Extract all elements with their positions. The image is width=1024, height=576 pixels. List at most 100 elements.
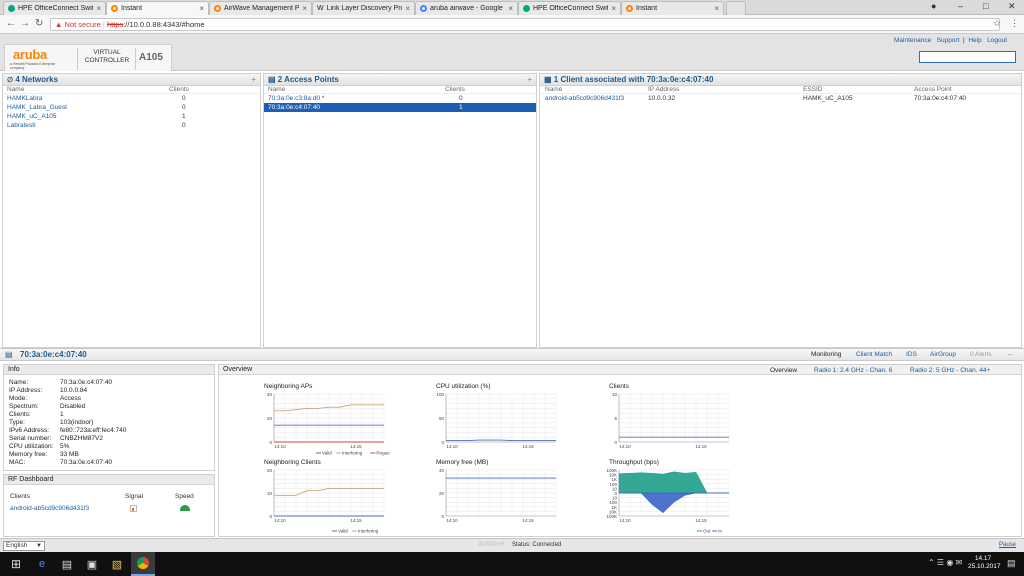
tab-ids[interactable]: IDS: [906, 351, 917, 358]
info-value: 70:3a:0e:c4:07:40: [60, 379, 113, 386]
close-tab-icon[interactable]: ×: [96, 4, 101, 13]
close-window-icon[interactable]: ✕: [1008, 1, 1016, 12]
chart-title: CPU utilization (%): [436, 383, 491, 390]
x-tick-label: 14:15: [695, 518, 707, 523]
close-tab-icon[interactable]: ×: [302, 4, 307, 13]
back-icon[interactable]: ←: [6, 18, 16, 29]
x-tick-label: 14:10: [619, 444, 631, 449]
support-link[interactable]: Support: [937, 37, 960, 44]
tab-alerts[interactable]: 0 Alerts: [970, 351, 992, 358]
not-secure-label: Not secure: [64, 20, 101, 29]
maintenance-link[interactable]: Maintenance: [894, 37, 931, 44]
ap-row-selected[interactable]: 70:3a:0e:c4:07:40 1: [264, 103, 536, 112]
col-clients: Clients: [169, 86, 189, 93]
client-row[interactable]: android-ab5cd9c906d431f3 10.0.0.32 HAMK_uC…: [540, 94, 1021, 103]
browser-tab-6[interactable]: HPE OfficeConnect Swit ×: [518, 1, 621, 15]
tab-monitoring[interactable]: Monitoring: [811, 351, 841, 358]
y-tick-label: 0: [614, 440, 617, 445]
pause-link[interactable]: Pause: [999, 542, 1016, 548]
edge-icon[interactable]: e: [30, 552, 54, 576]
network-row[interactable]: Labratesti 0: [3, 121, 260, 130]
clock-date: 25.10.2017: [968, 563, 1001, 570]
tray-icons[interactable]: ⌃ ☰ ◉ ✉: [928, 558, 962, 567]
task-view-icon[interactable]: ▣: [80, 552, 104, 576]
language-select[interactable]: English ▼: [3, 541, 45, 551]
legend-label: Interfering: [342, 451, 363, 456]
tab-client-match[interactable]: Client Match: [856, 351, 892, 358]
browser-tab-7[interactable]: Instant ×: [621, 1, 724, 15]
logout-link[interactable]: Logout: [987, 37, 1007, 44]
x-tick-label: 14:10: [446, 444, 458, 449]
windows-start-icon[interactable]: ⊞: [4, 552, 28, 576]
close-tab-icon[interactable]: ×: [508, 4, 513, 13]
forward-icon[interactable]: →: [20, 18, 30, 29]
menu-icon[interactable]: ⋮: [1010, 18, 1019, 29]
chart-svg: 10 5 014:10 14:15: [612, 392, 730, 449]
network-row[interactable]: HAMK_Labra_Guest 0: [3, 103, 260, 112]
connection-status: Status: Connected: [512, 542, 562, 548]
y-tick-label: 20: [267, 416, 273, 421]
col-name: Name: [268, 86, 286, 93]
new-tab-button[interactable]: [726, 1, 746, 15]
file-explorer-icon[interactable]: ▧: [105, 552, 129, 576]
chart-title: Neighboring APs: [264, 383, 313, 390]
overview-tab-overview[interactable]: Overview: [770, 367, 797, 374]
close-tab-icon[interactable]: ×: [714, 4, 719, 13]
chart-svg: 100 50 014:10 14:15: [436, 392, 557, 449]
collapse-icon[interactable]: –: [1008, 350, 1012, 359]
address-toolbar: ← → ↻ ▲ Not secure | https://10.0.0.88:4…: [0, 15, 1024, 34]
clock-time: 14.17: [974, 555, 992, 562]
y-tick-label: 0: [269, 440, 272, 445]
signal-indicator-icon: [130, 505, 137, 512]
aruba-favicon-icon: [626, 5, 633, 12]
info-value: 1: [60, 411, 64, 418]
search-input[interactable]: [919, 51, 1016, 63]
col-name: Name: [7, 86, 25, 93]
maximize-icon[interactable]: □: [983, 1, 988, 11]
y-tick-label: 40: [439, 468, 445, 473]
url-field[interactable]: ▲ Not secure | https://10.0.0.88:4343/#h…: [50, 18, 1000, 31]
browser-tab-4[interactable]: W Link Layer Discovery Pro ×: [312, 1, 415, 15]
browser-tab-5[interactable]: aruba airwave - Google ×: [415, 1, 518, 15]
info-keys: Name: IP Address: Mode: Spectrum: Clients: Ty…: [9, 379, 53, 467]
profile-icon[interactable]: ●: [931, 1, 936, 11]
browser-tab-3[interactable]: AirWave Management P ×: [209, 1, 312, 15]
overview-tab-radio1[interactable]: Radio 1: 2.4 GHz - Chan. 6: [814, 367, 892, 374]
google-favicon-icon: [420, 5, 427, 12]
chrome-icon[interactable]: [131, 552, 155, 576]
ap-row[interactable]: 70:3a:0e:c3:8a:d0 * 0: [264, 94, 536, 103]
info-value: Access: [60, 395, 81, 402]
add-network-icon[interactable]: +: [251, 74, 256, 85]
y-tick-label: 0: [269, 514, 272, 519]
rf-dashboard: RF Dashboard Clients Signal Speed androi…: [3, 474, 215, 537]
info-key: Type:: [9, 419, 25, 426]
clock[interactable]: 14.17 25.10.2017: [968, 555, 1001, 571]
help-link[interactable]: Help: [968, 37, 981, 44]
tab-airgroup[interactable]: AirGroup: [930, 351, 956, 358]
close-tab-icon[interactable]: ×: [611, 4, 616, 13]
store-icon[interactable]: ▤: [55, 552, 79, 576]
reload-icon[interactable]: ↻: [35, 18, 43, 29]
legend-label: Valid: [338, 529, 348, 534]
browser-tab-1[interactable]: HPE OfficeConnect Swit ×: [3, 1, 106, 15]
bookmark-star-icon[interactable]: ☆: [993, 18, 1001, 29]
browser-tab-2[interactable]: Instant ×: [106, 1, 209, 15]
hpe-favicon-icon: [523, 5, 530, 12]
add-ap-icon[interactable]: +: [527, 74, 532, 85]
rf-client-link[interactable]: android-ab5cd9c906d431f3: [10, 505, 89, 512]
access-point-icon: ▤: [268, 75, 276, 84]
minimize-icon[interactable]: –: [958, 1, 963, 11]
clients-header: ▦ 1 Client associated with 70:3a:0e:c4:0…: [540, 74, 1021, 86]
overview-tab-radio2[interactable]: Radio 2: 5 GHz - Chan. 44+: [910, 367, 990, 374]
url-scheme: https: [106, 20, 124, 29]
network-row[interactable]: HAMKLabra 0: [3, 94, 260, 103]
col-ip: IP Address: [648, 86, 680, 93]
close-tab-icon[interactable]: ×: [405, 4, 410, 13]
legend-label: Rogue: [376, 451, 390, 456]
y-tick-label: 40: [267, 392, 273, 397]
close-tab-icon[interactable]: ×: [199, 4, 204, 13]
network-row[interactable]: HAMK_uC_A105 1: [3, 112, 260, 121]
access-points-title: 2 Access Points: [277, 75, 339, 84]
notifications-icon[interactable]: ▤: [1007, 558, 1016, 569]
x-tick-label: 14:15: [350, 444, 362, 449]
